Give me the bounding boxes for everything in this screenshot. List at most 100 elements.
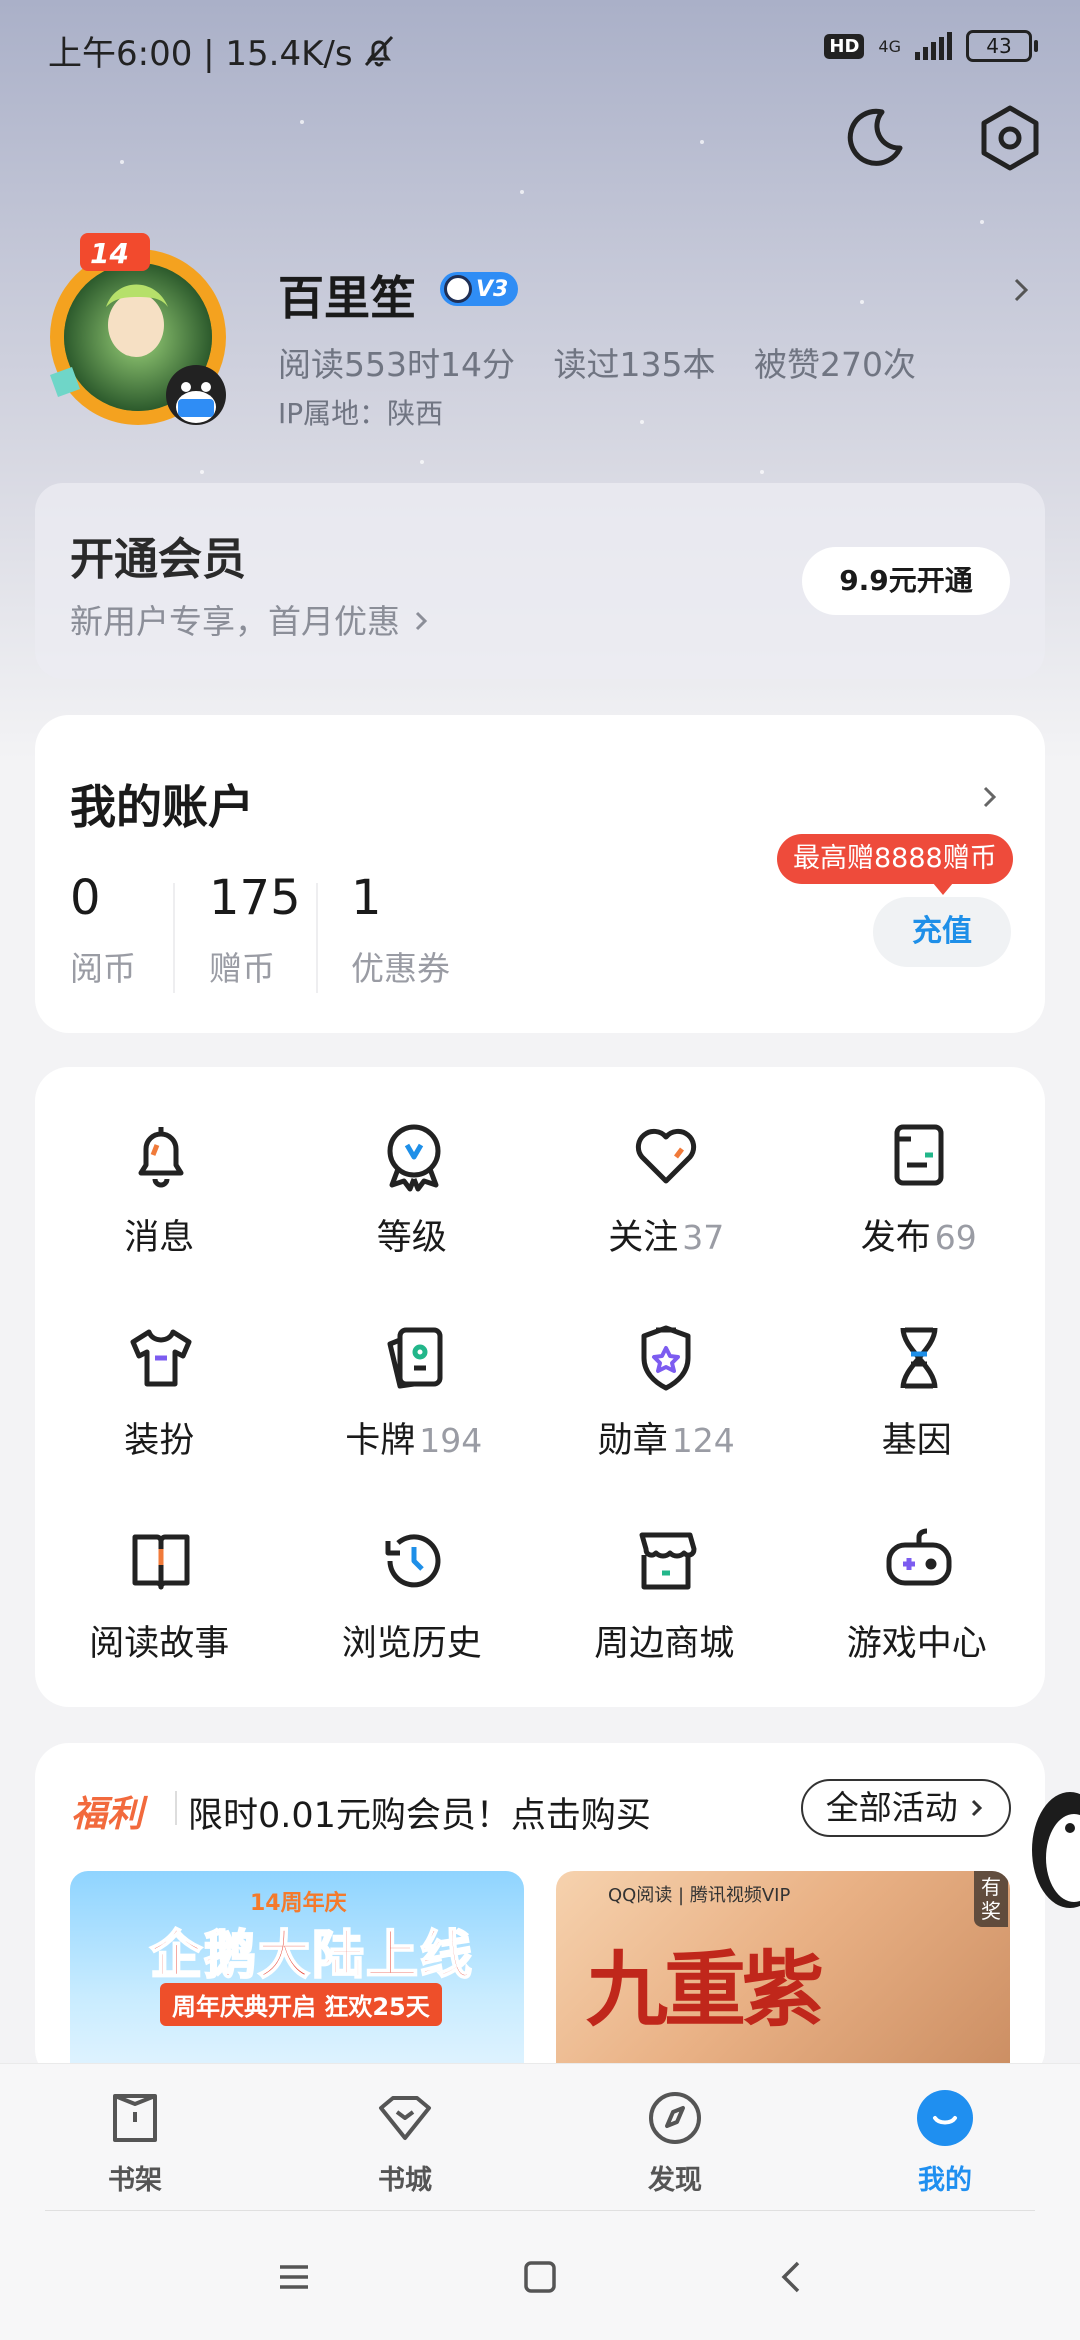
- banner1-title: 企鹅大陆上线: [149, 1925, 475, 1987]
- grid-count-medals: 124: [671, 1421, 735, 1460]
- bell-muted-icon: [364, 35, 393, 66]
- nav-discover[interactable]: 发现: [615, 2086, 735, 2197]
- chevron-right-icon: [415, 611, 427, 631]
- grid-item-level[interactable]: 等级: [288, 1115, 541, 1318]
- yuebi-value: 0: [70, 870, 101, 926]
- coupon-label: 优惠券: [351, 949, 450, 988]
- vip-open-button[interactable]: 9.9元开通: [802, 547, 1010, 615]
- account-chevron-right-icon[interactable]: [980, 781, 1000, 813]
- nav-bookstore[interactable]: 书城: [345, 2086, 465, 2197]
- nav-me[interactable]: 我的: [885, 2086, 1005, 2197]
- status-bar: 上午6:00 | 15.4K/s HD 4G 43: [0, 0, 1080, 100]
- grid-item-cards[interactable]: 卡牌 194: [288, 1318, 541, 1521]
- dna-icon: [900, 1327, 938, 1389]
- grid-item-dressup[interactable]: 装扮: [35, 1318, 288, 1521]
- grid-label-history: 浏览历史: [341, 1624, 482, 1664]
- level-face-icon: [444, 275, 472, 303]
- grid-item-medals[interactable]: 勋章 124: [540, 1318, 793, 1521]
- level-badge[interactable]: V3: [440, 272, 519, 306]
- likes-stat: 被赞270次: [753, 345, 916, 384]
- grid-count-publish: 69: [934, 1218, 977, 1257]
- night-mode-moon-icon[interactable]: [834, 100, 910, 176]
- grid-item-games[interactable]: 游戏中心: [793, 1521, 1046, 1724]
- recharge-button[interactable]: 充值: [873, 897, 1011, 967]
- hd-badge: HD: [824, 33, 865, 59]
- discover-compass-icon: [649, 2092, 701, 2144]
- grid-item-follow[interactable]: 关注 37: [540, 1115, 793, 1318]
- penguin-mascot-icon[interactable]: [1030, 1780, 1080, 1910]
- gamepad-icon: [886, 1528, 952, 1586]
- grid-label-cards: 卡牌: [345, 1421, 416, 1461]
- grid-item-publish[interactable]: 发布 69: [793, 1115, 1046, 1318]
- account-item-coupon[interactable]: 1 优惠券: [351, 870, 450, 990]
- nav-label-me: 我的: [918, 2165, 972, 2196]
- battery-icon: 43: [966, 30, 1038, 62]
- grid-item-gene[interactable]: 基因: [793, 1318, 1046, 1521]
- status-time: 上午6:00 | 15.4K/s: [48, 26, 397, 75]
- vip-card[interactable]: 开通会员 新用户专享，首月优惠 9.9元开通: [35, 483, 1045, 679]
- all-activities-button[interactable]: 全部活动: [801, 1779, 1011, 1837]
- vip-subtitle: 新用户专享，首月优惠: [70, 595, 431, 643]
- grid-label-message: 消息: [124, 1218, 195, 1258]
- menu-icon[interactable]: [274, 2257, 314, 2297]
- nav-label-discover: 发现: [648, 2165, 702, 2196]
- welfare-tag: 福利: [71, 1794, 144, 1835]
- system-navigation-bar: [0, 2211, 1080, 2340]
- divider: [316, 883, 318, 993]
- account-item-zengbi[interactable]: 175 赠币: [209, 870, 301, 990]
- grid-label-follow: 关注: [608, 1218, 679, 1258]
- badge-star-icon: [641, 1325, 691, 1391]
- grid-item-shop[interactable]: 周边商城: [540, 1521, 793, 1724]
- ip-location: IP属地：陕西: [278, 397, 444, 430]
- welfare-card: 福利 限时0.01元购会员！点击购买 全部活动 14周年庆 企鹅大陆上线 周年庆…: [35, 1743, 1045, 2101]
- zengbi-label: 赠币: [209, 949, 275, 988]
- profile-stats: 阅读553时14分 读过135本 被赞270次: [278, 338, 944, 386]
- home-square-icon[interactable]: [520, 2257, 560, 2297]
- banner2-title: 九重紫: [586, 1942, 824, 2038]
- recharge-promo-bubble: 最高赠8888赠币: [777, 834, 1013, 895]
- banner1-subtitle: 周年庆典开启 狂欢25天: [160, 1983, 442, 2026]
- bell-icon: [138, 1127, 184, 1188]
- zengbi-value: 175: [209, 870, 301, 926]
- document-icon: [894, 1124, 944, 1186]
- back-chevron-icon[interactable]: [772, 2257, 812, 2297]
- network-label: 4G: [878, 36, 901, 56]
- grid-label-stories: 阅读故事: [89, 1624, 230, 1664]
- cards-icon: [387, 1327, 443, 1389]
- books-read-stat: 读过135本: [553, 345, 716, 384]
- book-icon: [132, 1534, 190, 1590]
- nav-label-bookstore: 书城: [378, 2165, 432, 2196]
- account-card: 我的账户 0 阅币 175 赠币 1 优惠券 最高赠8888赠币 充值: [35, 715, 1045, 1033]
- nav-bookshelf[interactable]: 书架: [75, 2086, 195, 2197]
- divider: [175, 1791, 177, 1825]
- account-title[interactable]: 我的账户: [70, 771, 254, 837]
- me-icon: [917, 2090, 973, 2146]
- clock-history-icon: [385, 1534, 441, 1588]
- feature-grid-card: 消息 等级 关注 37 发布 69 装扮 卡牌 194 勋章 124 基因 阅读…: [35, 1067, 1045, 1707]
- status-indicators: HD 4G 43: [824, 30, 1038, 62]
- grid-item-history[interactable]: 浏览历史: [288, 1521, 541, 1724]
- account-item-yuebi[interactable]: 0 阅币: [70, 870, 136, 990]
- profile-chevron-right-icon[interactable]: [1010, 272, 1032, 308]
- status-time-text: 上午6:00 | 15.4K/s: [48, 34, 353, 74]
- vip-title: 开通会员: [70, 534, 246, 585]
- avatar[interactable]: 14: [40, 225, 240, 435]
- nav-label-bookshelf: 书架: [108, 2165, 162, 2196]
- grid-item-stories[interactable]: 阅读故事: [35, 1521, 288, 1724]
- grid-count-follow: 37: [682, 1218, 725, 1257]
- grid-label-shop: 周边商城: [594, 1624, 735, 1664]
- grid-label-gene: 基因: [881, 1421, 952, 1461]
- welfare-promo-link[interactable]: 限时0.01元购会员！点击购买: [188, 1787, 651, 1838]
- vip-subtitle-text: 新用户专享，首月优惠: [70, 602, 400, 641]
- grid-item-message[interactable]: 消息: [35, 1115, 288, 1318]
- profile-name[interactable]: 百里笙: [278, 262, 416, 328]
- all-activities-label: 全部活动: [825, 1788, 958, 1827]
- level-medal-icon: [387, 1124, 441, 1192]
- banner2-brand: QQ阅读 | 腾讯视频VIP: [608, 1885, 791, 1906]
- shop-icon: [639, 1532, 697, 1590]
- grid-label-dressup: 装扮: [124, 1421, 195, 1461]
- level-text: V3: [476, 276, 509, 302]
- tshirt-icon: [130, 1329, 192, 1387]
- settings-gear-icon[interactable]: [972, 100, 1048, 176]
- coupon-value: 1: [351, 870, 382, 926]
